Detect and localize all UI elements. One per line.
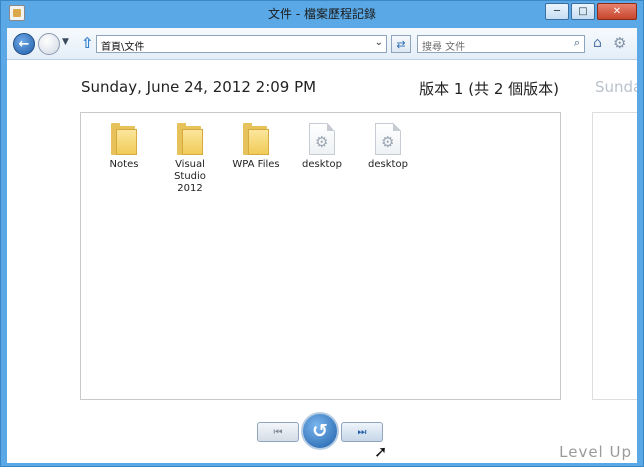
gear-icon[interactable]: ⚙ <box>613 34 626 52</box>
navigation-toolbar: ← ▼ ⇧ 首頁\文件 ⌄ ⇄ 搜尋 文件 ⌕ ⌂ ⚙ <box>7 28 637 60</box>
refresh-icon[interactable]: ⇄ <box>391 35 411 53</box>
file-name: WPA Files <box>232 159 280 170</box>
title-bar[interactable]: 文件 - 檔案歷程記錄 ─ □ ✕ <box>1 1 643 27</box>
folder-item[interactable]: Notes <box>94 123 154 171</box>
restore-button[interactable]: ↺ <box>301 412 339 450</box>
maximize-button[interactable]: □ <box>571 3 595 20</box>
file-name: Visual Studio 2012 <box>174 159 206 194</box>
window-content: ← ▼ ⇧ 首頁\文件 ⌄ ⇄ 搜尋 文件 ⌕ ⌂ ⚙ Sunday, June… <box>7 28 637 463</box>
playback-controls: ⏮ ↺ ⏭ <box>257 412 387 452</box>
back-button[interactable]: ← <box>13 33 35 55</box>
address-bar[interactable]: 首頁\文件 ⌄ <box>96 35 387 53</box>
search-placeholder: 搜尋 文件 <box>422 42 466 53</box>
folder-item[interactable]: WPA Files <box>226 123 286 171</box>
forward-button[interactable] <box>38 33 60 55</box>
caption-buttons: ─ □ ✕ <box>545 3 637 20</box>
folder-icon <box>243 123 269 155</box>
next-version-panel-peek[interactable] <box>592 112 637 400</box>
recent-locations-dropdown[interactable]: ▼ <box>62 37 69 47</box>
file-name: desktop <box>302 159 342 170</box>
mouse-cursor-icon: ➚ <box>374 442 388 461</box>
level-up-watermark: Level Up <box>559 443 632 461</box>
folder-icon <box>177 123 203 155</box>
address-path: 首頁\文件 <box>101 42 145 53</box>
previous-version-button[interactable]: ⏮ <box>257 422 299 442</box>
chevron-down-icon[interactable]: ⌄ <box>375 37 383 48</box>
next-version-date-peek[interactable]: Sunday <box>595 78 637 96</box>
file-item[interactable]: ⚙ desktop <box>292 123 352 171</box>
search-input[interactable]: 搜尋 文件 ⌕ <box>417 35 585 53</box>
version-count-label: 版本 1 (共 2 個版本) <box>419 80 559 98</box>
version-date: Sunday, June 24, 2012 2:09 PM <box>81 78 317 96</box>
file-name: desktop <box>368 159 408 170</box>
minimize-button[interactable]: ─ <box>545 3 569 20</box>
document-icon: ⚙ <box>375 123 401 155</box>
document-icon: ⚙ <box>309 123 335 155</box>
file-history-window: 文件 - 檔案歷程記錄 ─ □ ✕ ← ▼ ⇧ 首頁\文件 ⌄ ⇄ 搜尋 文件 … <box>0 0 644 467</box>
folder-item[interactable]: Visual Studio 2012 <box>160 123 220 195</box>
next-version-button[interactable]: ⏭ <box>341 422 383 442</box>
close-button[interactable]: ✕ <box>597 3 637 20</box>
up-arrow-icon[interactable]: ⇧ <box>81 34 94 52</box>
search-icon[interactable]: ⌕ <box>574 36 580 50</box>
file-item[interactable]: ⚙ desktop <box>358 123 418 171</box>
home-icon[interactable]: ⌂ <box>593 35 602 51</box>
folder-icon <box>111 123 137 155</box>
file-name: Notes <box>109 159 139 170</box>
file-list-panel: Notes Visual Studio 2012 WPA Files ⚙ des… <box>80 112 561 400</box>
